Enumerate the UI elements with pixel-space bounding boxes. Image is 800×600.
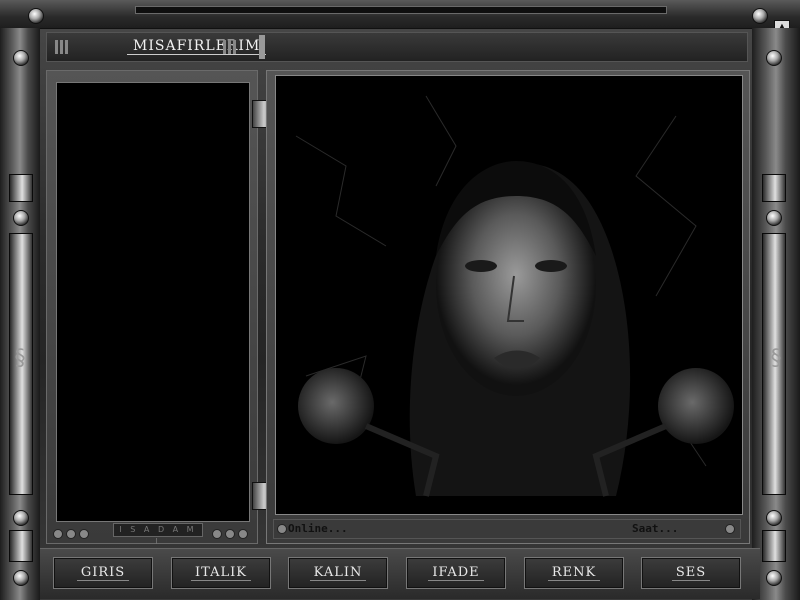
status-bar: Online... Saat... xyxy=(273,519,741,539)
button-label: GIRIS xyxy=(76,565,130,581)
title-bar: MISAFIRLERIM xyxy=(46,32,748,62)
title-divider xyxy=(259,35,265,59)
rivet-icon xyxy=(752,8,768,24)
rivet-icon xyxy=(766,50,782,66)
dot-icon xyxy=(238,528,248,539)
pipe-segment xyxy=(762,174,786,202)
giris-button[interactable]: GIRIS xyxy=(53,557,153,589)
button-label: IFADE xyxy=(428,565,484,581)
footer-label: I S A D A M I xyxy=(113,523,203,546)
rivet-icon xyxy=(13,50,29,66)
rivet-icon xyxy=(766,570,782,586)
visitor-panel-footer: I S A D A M I xyxy=(53,523,251,546)
rivet-icon xyxy=(13,570,29,586)
rivet-icon xyxy=(13,510,29,526)
left-pillar: § xyxy=(0,28,40,600)
rivet-icon xyxy=(28,8,44,24)
pipe-segment xyxy=(9,530,33,562)
online-status: Online... xyxy=(288,522,348,535)
rivet-icon xyxy=(766,510,782,526)
grip-icon xyxy=(223,40,226,54)
ifade-button[interactable]: IFADE xyxy=(406,557,506,589)
button-label: KALIN xyxy=(309,565,367,581)
top-groove xyxy=(135,6,667,14)
chat-window[interactable] xyxy=(275,75,743,515)
dot-icon xyxy=(277,524,287,534)
renk-button[interactable]: RENK xyxy=(524,557,624,589)
dot-icon xyxy=(212,528,222,539)
ses-button[interactable]: SES xyxy=(641,557,741,589)
button-label: RENK xyxy=(547,565,601,581)
pipe-segment xyxy=(762,530,786,562)
visitor-panel: I S A D A M I xyxy=(46,70,258,546)
page-title: MISAFIRLERIM xyxy=(127,38,267,55)
pipe-segment xyxy=(9,174,33,202)
dot-icon xyxy=(66,528,76,539)
dot-icon xyxy=(225,528,235,539)
top-bar: ▲ xyxy=(0,0,800,36)
bottom-toolbar: GIRIS ITALIK KALIN IFADE RENK SES xyxy=(40,548,760,599)
rivet-icon xyxy=(766,210,782,226)
dot-icon xyxy=(725,524,735,534)
kalin-button[interactable]: KALIN xyxy=(288,557,388,589)
right-pillar: § xyxy=(752,28,800,600)
dot-icon xyxy=(53,528,63,539)
scroll-ornament-icon: § xyxy=(14,346,26,371)
portrait-image xyxy=(276,76,742,514)
time-label: Saat... xyxy=(632,522,679,535)
app-frame: ▲ § § MISAFIRLERIM I S A D A M I xyxy=(0,0,800,600)
rivet-icon xyxy=(13,210,29,226)
scroll-ornament-icon: § xyxy=(770,346,782,371)
dot-icon xyxy=(79,528,89,539)
visitor-list[interactable] xyxy=(56,82,250,522)
button-label: ITALIK xyxy=(191,565,251,581)
grip-icon xyxy=(55,40,58,54)
italik-button[interactable]: ITALIK xyxy=(171,557,271,589)
chat-panel: Online... Saat... xyxy=(266,70,750,544)
button-label: SES xyxy=(671,565,711,581)
